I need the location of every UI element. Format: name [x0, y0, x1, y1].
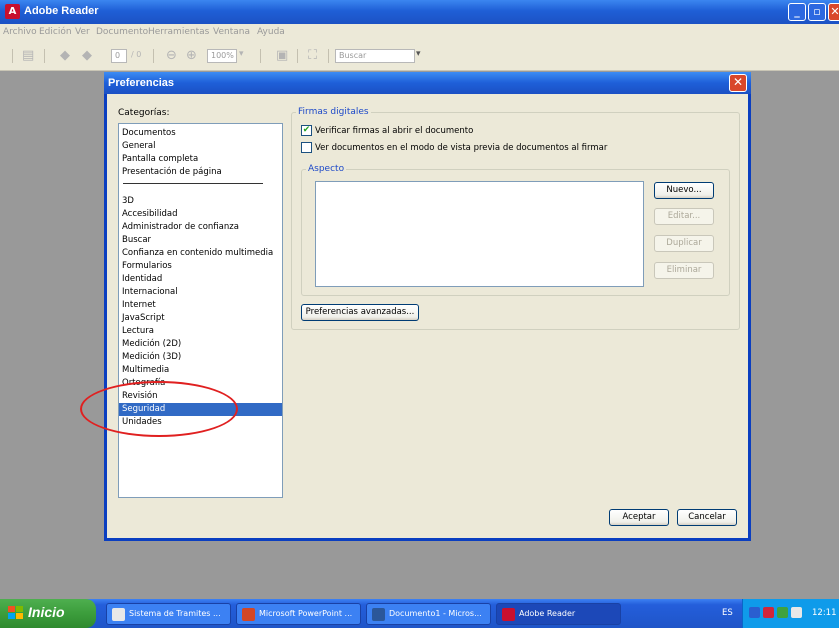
category-divider — [123, 183, 263, 184]
category-item[interactable]: Formularios — [119, 260, 282, 273]
dialog-title-bar: Preferencias ✕ — [104, 72, 751, 94]
category-item[interactable]: Pantalla completa — [119, 153, 282, 166]
previous-page-icon[interactable]: ◆ — [60, 48, 70, 63]
tray-app-icon[interactable] — [749, 607, 760, 618]
menu-documento[interactable]: Documento — [96, 27, 148, 37]
menu-bar: Archivo Edición Ver Documento Herramient… — [0, 24, 839, 41]
appearance-list[interactable] — [315, 181, 644, 287]
preferences-dialog: Preferencias ✕ Categorías: Documentos Ge… — [104, 72, 751, 541]
categories-list[interactable]: Documentos General Pantalla completa Pre… — [118, 123, 283, 498]
clock: 12:11 — [812, 608, 837, 618]
toolbar-separator — [12, 49, 13, 63]
title-bar: A Adobe Reader _ ▫ ✕ — [0, 0, 839, 24]
aspecto-legend: Aspecto — [306, 164, 347, 174]
task-sistema-tramites[interactable]: Sistema de Tramites ... — [106, 603, 231, 625]
window-title: Adobe Reader — [24, 5, 99, 17]
category-item[interactable]: Accesibilidad — [119, 208, 282, 221]
task-label: Sistema de Tramites ... — [129, 609, 221, 618]
category-item[interactable]: Presentación de página — [119, 166, 282, 179]
categories-label: Categorías: — [118, 108, 170, 118]
aceptar-button[interactable]: Aceptar — [609, 509, 669, 526]
antivirus-icon[interactable] — [763, 607, 774, 618]
close-button[interactable]: ✕ — [828, 3, 839, 21]
window-icon — [112, 608, 125, 621]
toolbar-separator — [260, 49, 261, 63]
preview-mode-label: Ver documentos en el modo de vista previ… — [315, 143, 608, 153]
category-item[interactable]: General — [119, 140, 282, 153]
category-item[interactable]: Internet — [119, 299, 282, 312]
taskbar: Inicio Sistema de Tramites ... Microsoft… — [0, 599, 839, 628]
toolbar-separator — [297, 49, 298, 63]
search-input[interactable]: Buscar — [335, 49, 415, 63]
fit-page-icon[interactable]: ▣ — [276, 48, 288, 63]
network-icon[interactable] — [777, 607, 788, 618]
category-item[interactable]: Confianza en contenido multimedia — [119, 247, 282, 260]
page-total: / 0 — [131, 50, 142, 59]
adobe-reader-icon — [502, 608, 515, 621]
zoom-in-icon[interactable]: ⊕ — [186, 48, 197, 63]
dialog-close-button[interactable]: ✕ — [729, 74, 747, 92]
word-icon — [372, 608, 385, 621]
firmas-digitales-legend: Firmas digitales — [296, 107, 371, 117]
toolbar-separator — [153, 49, 154, 63]
nuevo-button[interactable]: Nuevo... — [654, 182, 714, 199]
windows-flag-icon — [8, 606, 23, 619]
dialog-title: Preferencias — [108, 77, 175, 89]
toolbar: ▤ ◆ ◆ 0 / 0 ⊖ ⊕ 100% ▾ ▣ ⛶ Buscar ▾ — [0, 41, 839, 71]
editar-button[interactable]: Editar... — [654, 208, 714, 225]
category-item[interactable]: JavaScript — [119, 312, 282, 325]
minimize-button[interactable]: _ — [788, 3, 806, 21]
volume-icon[interactable] — [791, 607, 802, 618]
task-word[interactable]: Documento1 - Micros... — [366, 603, 491, 625]
zoom-dropdown-icon[interactable]: ▾ — [239, 49, 244, 59]
menu-edicion[interactable]: Edición — [39, 27, 72, 37]
task-label: Microsoft PowerPoint ... — [259, 609, 353, 618]
toolbar-separator — [44, 49, 45, 63]
verify-signatures-label: Verificar firmas al abrir el documento — [315, 126, 474, 136]
menu-ver[interactable]: Ver — [75, 27, 90, 37]
highlight-circle — [80, 381, 238, 437]
category-item[interactable]: 3D — [119, 195, 282, 208]
print-icon[interactable]: ▤ — [22, 48, 34, 63]
verify-signatures-checkbox[interactable]: ✔ — [301, 125, 312, 136]
category-item[interactable]: Medición (3D) — [119, 351, 282, 364]
maximize-button[interactable]: ▫ — [808, 3, 826, 21]
menu-ayuda[interactable]: Ayuda — [257, 27, 285, 37]
start-button[interactable]: Inicio — [0, 599, 96, 628]
category-item[interactable]: Internacional — [119, 286, 282, 299]
advanced-preferences-button[interactable]: Preferencias avanzadas... — [301, 304, 419, 321]
category-item[interactable]: Administrador de confianza — [119, 221, 282, 234]
cancelar-button[interactable]: Cancelar — [677, 509, 737, 526]
category-item[interactable]: Buscar — [119, 234, 282, 247]
category-item[interactable]: Identidad — [119, 273, 282, 286]
zoom-input[interactable]: 100% — [207, 49, 237, 63]
task-powerpoint[interactable]: Microsoft PowerPoint ... — [236, 603, 361, 625]
category-item[interactable]: Documentos — [119, 127, 282, 140]
full-screen-icon[interactable]: ⛶ — [308, 48, 317, 63]
menu-ventana[interactable]: Ventana — [213, 27, 250, 37]
page-number-input[interactable]: 0 — [111, 49, 127, 63]
category-item[interactable]: Medición (2D) — [119, 338, 282, 351]
language-indicator[interactable]: ES — [722, 608, 733, 618]
zoom-out-icon[interactable]: ⊖ — [166, 48, 177, 63]
preview-mode-checkbox[interactable] — [301, 142, 312, 153]
category-item[interactable]: Multimedia — [119, 364, 282, 377]
task-adobe-reader[interactable]: Adobe Reader — [496, 603, 621, 625]
task-label: Adobe Reader — [519, 609, 576, 618]
eliminar-button[interactable]: Eliminar — [654, 262, 714, 279]
toolbar-separator — [328, 49, 329, 63]
search-dropdown-icon[interactable]: ▾ — [416, 49, 421, 59]
menu-archivo[interactable]: Archivo — [3, 27, 37, 37]
adobe-reader-icon: A — [5, 4, 20, 19]
start-label: Inicio — [28, 604, 65, 620]
menu-herramientas[interactable]: Herramientas — [148, 27, 209, 37]
powerpoint-icon — [242, 608, 255, 621]
next-page-icon[interactable]: ◆ — [82, 48, 92, 63]
task-label: Documento1 - Micros... — [389, 609, 482, 618]
category-item[interactable]: Lectura — [119, 325, 282, 338]
duplicar-button[interactable]: Duplicar — [654, 235, 714, 252]
